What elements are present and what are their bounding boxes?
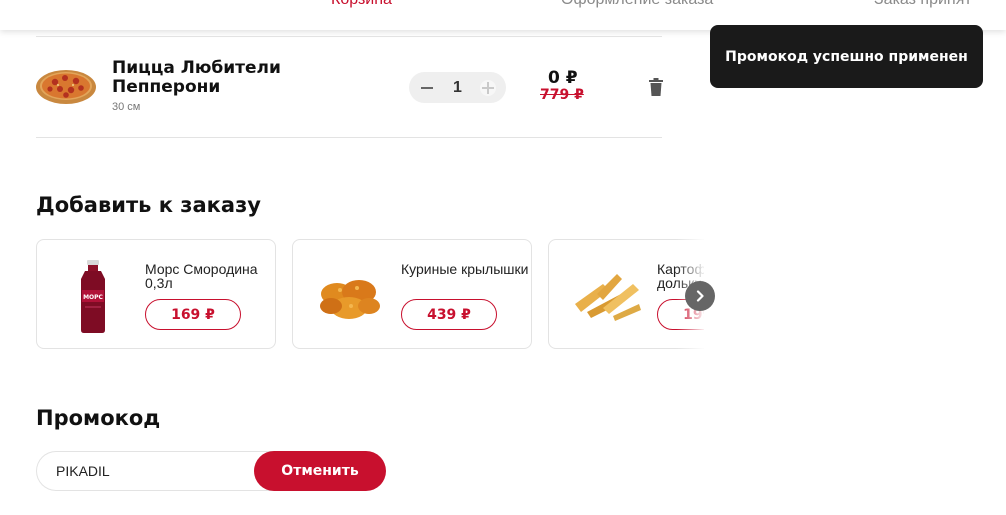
promo-section-title: Промокод	[36, 406, 161, 430]
chevron-right-icon[interactable]	[685, 281, 715, 311]
cart-item-name: Пицца Любители Пепперони	[112, 58, 281, 97]
quantity-stepper: 1	[409, 72, 506, 103]
step-checkout[interactable]: Оформление заказа	[561, 0, 713, 9]
divider	[36, 36, 662, 37]
cancel-promo-button[interactable]: Отменить	[254, 451, 386, 491]
pepperoni-pizza-image	[36, 70, 96, 104]
upsell-item-name: Морс Смородина 0,3л	[145, 261, 258, 291]
trash-icon[interactable]	[648, 78, 664, 96]
step-order-accepted: Заказ принят	[874, 0, 972, 9]
potato-wedges-image	[575, 274, 641, 321]
mors-bottle-image: МОРС	[81, 260, 105, 333]
cart-item-old-price: 779 ₽	[540, 87, 584, 103]
cart-item-price: 0 ₽	[548, 68, 578, 88]
promo-code-input[interactable]	[36, 451, 276, 491]
upsell-add-button[interactable]: 439 ₽	[401, 299, 497, 330]
upsell-section-title: Добавить к заказу	[36, 193, 261, 217]
toast-notification: Промокод успешно применен	[710, 25, 983, 88]
chevron-right-glyph	[696, 290, 704, 302]
quantity-value: 1	[453, 78, 462, 96]
svg-text:МОРС: МОРС	[83, 294, 103, 301]
increase-quantity-button[interactable]	[480, 79, 496, 96]
toast-message: Промокод успешно применен	[725, 48, 968, 65]
cart-item-size: 30 см	[112, 101, 141, 113]
divider	[36, 137, 662, 138]
upsell-card[interactable]: Куриные крылышки 439 ₽	[292, 239, 532, 349]
upsell-card[interactable]: МОРС Морс Смородина 0,3л 169 ₽	[36, 239, 276, 349]
upsell-item-name: Куриные крылышки	[401, 261, 529, 277]
upsell-carousel: МОРС Морс Смородина 0,3л 169 ₽ Куриные к…	[36, 239, 704, 350]
upsell-add-button[interactable]: 169 ₽	[145, 299, 241, 330]
decrease-quantity-button[interactable]	[419, 80, 435, 96]
chicken-wings-image	[320, 280, 380, 319]
step-cart[interactable]: Корзина	[331, 0, 392, 9]
